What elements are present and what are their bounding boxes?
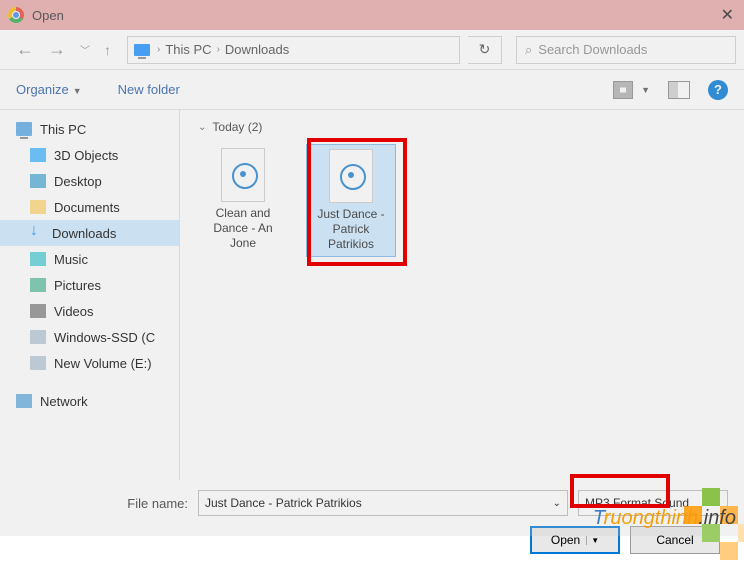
file-name: Just Dance - Patrick Patrikios xyxy=(311,207,391,252)
sidebar-item-new-volume[interactable]: New Volume (E:) xyxy=(0,350,179,376)
sidebar-item-music[interactable]: Music xyxy=(0,246,179,272)
window-title: Open xyxy=(32,8,64,23)
search-placeholder: Search Downloads xyxy=(538,42,647,57)
up-button[interactable]: ↑ xyxy=(104,42,111,58)
sidebar-network[interactable]: Network xyxy=(0,388,179,414)
new-folder-button[interactable]: New folder xyxy=(118,82,180,97)
navigation-row: ← → ﹀ ↑ › This PC › Downloads ↻ ⌕ Search… xyxy=(0,30,744,70)
forward-button[interactable]: → xyxy=(48,39,66,60)
chevron-right-icon: › xyxy=(155,44,162,55)
watermark-text: Truongthinh.info xyxy=(593,507,736,530)
disk-icon xyxy=(30,356,46,370)
disk-icon xyxy=(30,330,46,344)
download-icon xyxy=(30,226,44,240)
view-mode-button[interactable]: ▼ xyxy=(613,81,650,99)
sidebar-item-windows-ssd[interactable]: Windows-SSD (C xyxy=(0,324,179,350)
pictures-icon xyxy=(30,278,46,292)
file-item[interactable]: Clean and Dance - An Jone xyxy=(198,144,288,257)
refresh-button[interactable]: ↻ xyxy=(468,36,502,64)
chevron-right-icon: › xyxy=(215,44,222,55)
chevron-down-icon: ⌄ xyxy=(553,498,561,509)
cube-icon xyxy=(30,148,46,162)
pc-icon xyxy=(134,44,150,56)
desktop-icon xyxy=(30,174,46,188)
organize-button[interactable]: Organize▼ xyxy=(16,82,82,97)
close-icon[interactable]: ✕ xyxy=(721,5,734,25)
help-button[interactable]: ? xyxy=(708,80,728,100)
filename-label: File name: xyxy=(127,496,188,511)
videos-icon xyxy=(30,304,46,318)
toolbar: Organize▼ New folder ▼ ? xyxy=(0,70,744,110)
audio-file-icon xyxy=(221,148,265,202)
search-input[interactable]: ⌕ Search Downloads xyxy=(516,36,736,64)
sidebar-item-pictures[interactable]: Pictures xyxy=(0,272,179,298)
sidebar-item-desktop[interactable]: Desktop xyxy=(0,168,179,194)
filename-combo[interactable]: Just Dance - Patrick Patrikios ⌄ xyxy=(198,490,568,516)
sidebar-item-videos[interactable]: Videos xyxy=(0,298,179,324)
file-list-area: ⌄ Today (2) Clean and Dance - An Jone Ju… xyxy=(180,110,744,480)
breadcrumb-downloads[interactable]: Downloads xyxy=(225,42,289,57)
pc-icon xyxy=(16,122,32,136)
audio-file-icon xyxy=(329,149,373,203)
group-header-today[interactable]: ⌄ Today (2) xyxy=(198,120,726,134)
chevron-down-icon: ▼ xyxy=(73,86,82,96)
sidebar-item-downloads[interactable]: Downloads xyxy=(0,220,179,246)
chevron-down-icon: ▼ xyxy=(641,85,650,95)
chrome-icon xyxy=(8,7,24,23)
file-item-selected[interactable]: Just Dance - Patrick Patrikios xyxy=(306,144,396,257)
breadcrumb[interactable]: › This PC › Downloads xyxy=(127,36,460,64)
preview-pane-button[interactable] xyxy=(668,81,690,99)
open-button[interactable]: Open▼ xyxy=(530,526,620,554)
recent-dropdown-icon[interactable]: ﹀ xyxy=(80,42,90,57)
music-icon xyxy=(30,252,46,266)
back-button[interactable]: ← xyxy=(16,39,34,60)
sidebar-this-pc[interactable]: This PC xyxy=(0,116,179,142)
sidebar: This PC 3D Objects Desktop Documents Dow… xyxy=(0,110,180,480)
sidebar-item-3d-objects[interactable]: 3D Objects xyxy=(0,142,179,168)
network-icon xyxy=(16,394,32,408)
chevron-down-icon: ⌄ xyxy=(198,122,206,133)
folder-icon xyxy=(30,200,46,214)
grid-view-icon xyxy=(613,81,633,99)
sidebar-item-documents[interactable]: Documents xyxy=(0,194,179,220)
chevron-down-icon: ▼ xyxy=(586,536,599,545)
breadcrumb-this-pc[interactable]: This PC xyxy=(165,42,211,57)
file-name: Clean and Dance - An Jone xyxy=(202,206,284,251)
search-icon: ⌕ xyxy=(525,42,532,58)
title-bar: Open ✕ xyxy=(0,0,744,30)
